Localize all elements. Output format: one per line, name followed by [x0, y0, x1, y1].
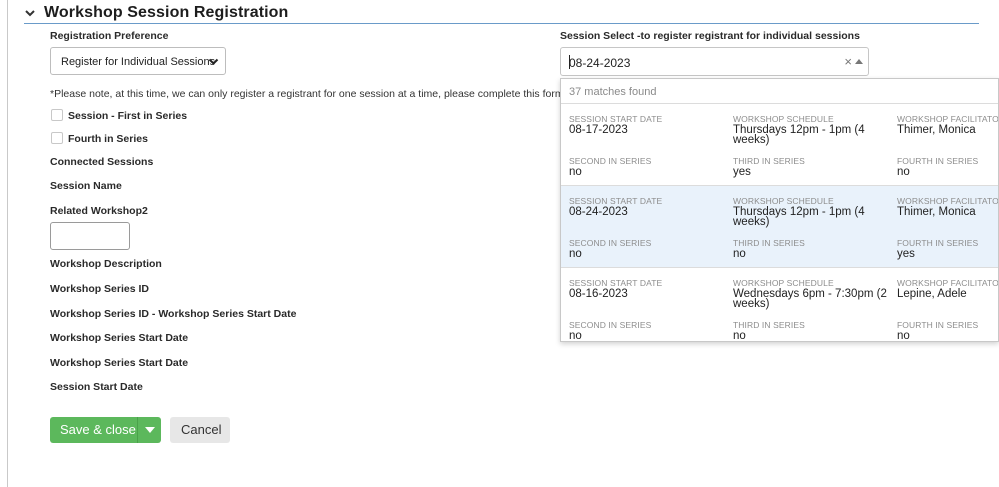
third-value: no: [733, 330, 746, 342]
header-facilitator: WORKSHOP FACILITATOR: [897, 278, 999, 288]
header-fourth: FOURTH IN SERIES: [897, 320, 979, 330]
second-value: no: [569, 330, 582, 342]
option-schedule: WORKSHOP SCHEDULE Thursdays 12pm - 1pm (…: [733, 114, 891, 146]
header-start-date: SESSION START DATE: [569, 114, 663, 124]
header-third: THIRD IN SERIES: [733, 238, 805, 248]
fourth-value: no: [897, 330, 910, 342]
option-fourth: FOURTH IN SERIES no: [897, 156, 998, 178]
header-facilitator: WORKSHOP FACILITATOR: [897, 196, 999, 206]
registration-preference-value: Register for Individual Sessions: [61, 56, 216, 68]
header-second: SECOND IN SERIES: [569, 238, 652, 248]
fourth-value: yes: [897, 248, 915, 260]
fourth-in-series-label: Fourth in Series: [68, 133, 148, 145]
schedule-value: Wednesdays 6pm - 7:30pm (2 weeks): [733, 288, 887, 310]
option-third: THIRD IN SERIES no: [733, 238, 891, 260]
first-in-series-label: Session - First in Series: [68, 110, 188, 122]
facilitator-value: Thimer, Monica: [897, 206, 976, 218]
header-second: SECOND IN SERIES: [569, 156, 652, 166]
session-select-value: 08-24-2023: [569, 56, 631, 70]
session-start-date-label: Session Start Date: [50, 381, 143, 393]
caret-up-icon[interactable]: [855, 59, 863, 64]
header-schedule: WORKSHOP SCHEDULE: [733, 114, 834, 124]
option-schedule: WORKSHOP SCHEDULE Wednesdays 6pm - 7:30p…: [733, 278, 891, 310]
chevron-down-icon[interactable]: [24, 7, 36, 19]
option-fourth: FOURTH IN SERIES no: [897, 320, 998, 342]
related-workshop-input[interactable]: [50, 222, 130, 250]
caret-down-icon[interactable]: [145, 427, 155, 433]
cancel-label: Cancel: [181, 422, 222, 437]
option-third: THIRD IN SERIES no: [733, 320, 891, 341]
session-option[interactable]: SESSION START DATE 08-16-2023 WORKSHOP S…: [561, 267, 999, 342]
related-workshop-label: Related Workshop2: [50, 205, 148, 217]
matches-count: 37 matches found: [569, 86, 657, 98]
start-date-value: 08-16-2023: [569, 288, 628, 300]
cancel-button[interactable]: Cancel: [170, 417, 230, 443]
clear-icon[interactable]: ×: [844, 54, 852, 69]
option-schedule: WORKSHOP SCHEDULE Thursdays 12pm - 1pm (…: [733, 196, 891, 228]
option-third: THIRD IN SERIES yes: [733, 156, 891, 178]
save-close-button[interactable]: Save & close: [50, 417, 161, 443]
option-second: SECOND IN SERIES no: [569, 156, 727, 178]
session-option-highlighted[interactable]: SESSION START DATE 08-24-2023 WORKSHOP S…: [561, 185, 998, 267]
start-date-value: 08-24-2023: [569, 206, 628, 218]
option-start-date: SESSION START DATE 08-17-2023: [569, 114, 727, 136]
third-value: no: [733, 248, 746, 260]
header-start-date: SESSION START DATE: [569, 196, 663, 206]
header-schedule: WORKSHOP SCHEDULE: [733, 196, 834, 206]
fourth-value: no: [897, 166, 910, 178]
session-select-label: Session Select -to register registrant f…: [560, 30, 860, 42]
header-schedule: WORKSHOP SCHEDULE: [733, 278, 834, 288]
section-header[interactable]: Workshop Session Registration: [24, 4, 979, 24]
first-in-series-checkbox[interactable]: [51, 109, 63, 121]
registration-note: *Please note, at this time, we can only …: [50, 88, 560, 100]
fourth-in-series-checkbox[interactable]: [51, 132, 63, 144]
option-start-date: SESSION START DATE 08-16-2023: [569, 278, 727, 300]
session-option[interactable]: SESSION START DATE 08-17-2023 WORKSHOP S…: [561, 103, 998, 185]
header-third: THIRD IN SERIES: [733, 156, 805, 166]
registration-preference-select[interactable]: Register for Individual Sessions: [50, 47, 226, 75]
option-second: SECOND IN SERIES no: [569, 238, 727, 260]
page-left-border: [7, 0, 8, 487]
facilitator-value: Lepine, Adele: [897, 288, 967, 300]
schedule-value: Thursdays 12pm - 1pm (4 weeks): [733, 124, 865, 146]
second-value: no: [569, 166, 582, 178]
option-facilitator: WORKSHOP FACILITATOR Thimer, Monica: [897, 114, 999, 136]
registration-preference-label: Registration Preference: [50, 30, 169, 42]
option-second: SECOND IN SERIES no: [569, 320, 727, 341]
session-name-label: Session Name: [50, 180, 122, 192]
header-start-date: SESSION START DATE: [569, 278, 663, 288]
header-fourth: FOURTH IN SERIES: [897, 238, 979, 248]
text-cursor: [569, 55, 570, 69]
session-select-input[interactable]: 08-24-2023 ×: [560, 47, 869, 76]
third-value: yes: [733, 166, 751, 178]
workshop-series-id-start-date-label: Workshop Series ID - Workshop Series Sta…: [50, 308, 297, 320]
option-fourth: FOURTH IN SERIES yes: [897, 238, 998, 260]
connected-sessions-label: Connected Sessions: [50, 156, 154, 168]
workshop-description-label: Workshop Description: [50, 258, 162, 270]
option-facilitator: WORKSHOP FACILITATOR Thimer, Monica: [897, 196, 999, 218]
session-select-dropdown: 37 matches found SESSION START DATE 08-1…: [560, 78, 999, 342]
workshop-series-start-date-label: Workshop Series Start Date: [50, 332, 189, 344]
workshop-series-id-label: Workshop Series ID: [50, 283, 150, 295]
chevron-down-icon: [208, 58, 219, 65]
workshop-series-start-date-label-2: Workshop Series Start Date: [50, 357, 189, 369]
option-facilitator: WORKSHOP FACILITATOR Lepine, Adele: [897, 278, 999, 300]
header-second: SECOND IN SERIES: [569, 320, 652, 330]
section-title: Workshop Session Registration: [44, 4, 289, 21]
start-date-value: 08-17-2023: [569, 124, 628, 136]
facilitator-value: Thimer, Monica: [897, 124, 976, 136]
option-start-date: SESSION START DATE 08-24-2023: [569, 196, 727, 218]
button-divider: [137, 417, 138, 443]
save-close-label: Save & close: [60, 422, 136, 437]
header-facilitator: WORKSHOP FACILITATOR: [897, 114, 999, 124]
header-fourth: FOURTH IN SERIES: [897, 156, 979, 166]
header-third: THIRD IN SERIES: [733, 320, 805, 330]
second-value: no: [569, 248, 582, 260]
schedule-value: Thursdays 12pm - 1pm (4 weeks): [733, 206, 865, 228]
